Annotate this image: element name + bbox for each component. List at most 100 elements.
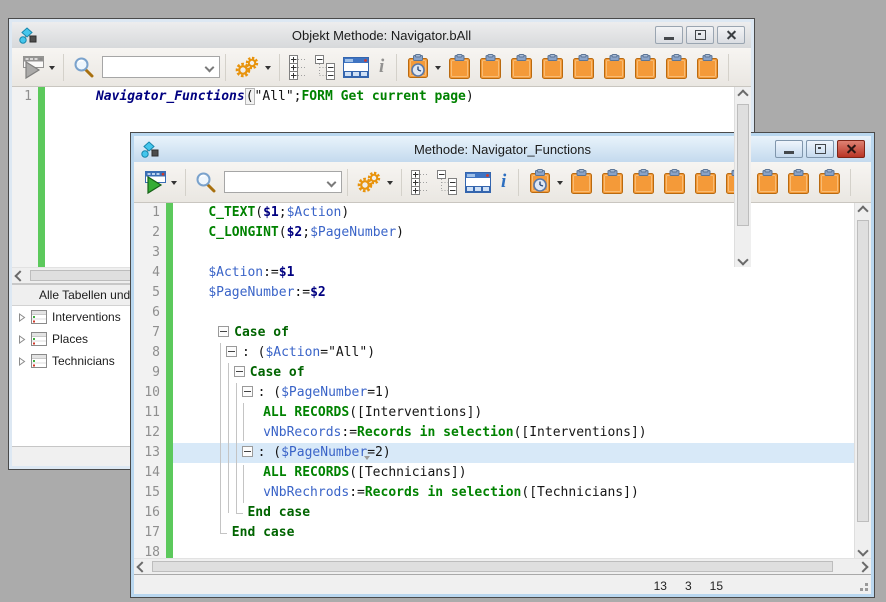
scroll-up-arrow[interactable] — [855, 203, 871, 218]
minimize-icon — [664, 37, 674, 40]
code-line[interactable]: ALL RECORDS([Technicians]) — [173, 463, 871, 483]
code-line[interactable] — [173, 303, 871, 323]
code-line[interactable] — [173, 543, 871, 558]
code-line[interactable]: Navigator_Functions("All";FORM Get curre… — [45, 87, 751, 107]
clipboard-button[interactable] — [692, 53, 723, 81]
chevron-down-icon — [435, 66, 441, 73]
clipboard-button[interactable] — [814, 168, 845, 196]
expand-all-button[interactable] — [285, 54, 311, 81]
close-button[interactable] — [717, 26, 745, 44]
code-line[interactable]: $PageNumber:=$2 — [173, 283, 871, 303]
clipboard-button[interactable] — [661, 53, 692, 81]
code-line[interactable]: vNbRechrods:=Records in selection([Techn… — [173, 483, 871, 503]
method-window-icon — [18, 27, 37, 44]
code-line[interactable]: End case — [173, 503, 871, 523]
scroll-right-arrow[interactable] — [855, 559, 871, 574]
macros-button[interactable] — [402, 53, 444, 82]
expand-all-icon — [288, 55, 308, 80]
chevron-down-icon — [49, 66, 55, 73]
clipboard-button[interactable] — [752, 168, 783, 196]
expander-triangle-icon[interactable] — [18, 313, 26, 322]
clipboard-button[interactable] — [599, 53, 630, 81]
clipboard-button[interactable] — [444, 53, 475, 81]
toolbar-separator — [850, 169, 851, 196]
method-window-icon — [140, 141, 159, 158]
horizontal-scrollbar[interactable] — [134, 558, 871, 574]
expander-triangle-icon[interactable] — [18, 335, 26, 344]
clipboard-icon — [478, 54, 503, 80]
scroll-left-arrow[interactable] — [134, 559, 150, 574]
table-icon — [31, 332, 47, 346]
clipboard-button[interactable] — [630, 53, 661, 81]
macro-clock-clipboard-icon — [405, 54, 432, 81]
clipboard-icon — [447, 54, 472, 80]
vertical-scrollbar[interactable] — [734, 87, 751, 267]
code-line[interactable]: : ($Action="All") — [173, 343, 871, 363]
method-properties-button[interactable] — [231, 54, 274, 80]
toolbar-separator — [279, 54, 280, 81]
fold-toggle-icon[interactable] — [242, 446, 253, 457]
fold-toggle-icon[interactable] — [226, 346, 237, 357]
resize-grip[interactable] — [865, 588, 868, 591]
line-number-gutter: 1 — [12, 87, 38, 267]
code-line[interactable]: C_TEXT($1;$Action) — [173, 203, 871, 223]
code-line[interactable]: vNbRecords:=Records in selection([Interv… — [173, 423, 871, 443]
minimize-button[interactable] — [775, 140, 803, 158]
scrollbar-thumb[interactable] — [737, 104, 749, 226]
clipboard-button[interactable] — [568, 53, 599, 81]
close-button[interactable] — [837, 140, 865, 158]
status-bar: 13 3 15 — [134, 574, 871, 594]
info-button[interactable]: i — [372, 56, 391, 78]
vertical-scrollbar[interactable] — [854, 203, 871, 558]
fold-toggle-icon[interactable] — [242, 386, 253, 397]
run-method-icon — [21, 55, 46, 80]
toolbar-separator — [396, 54, 397, 81]
search-combobox[interactable] — [102, 56, 220, 78]
scroll-up-arrow[interactable] — [735, 87, 751, 102]
minimize-button[interactable] — [655, 26, 683, 44]
clipboard-button[interactable] — [783, 168, 814, 196]
status-value: 3 — [685, 579, 692, 593]
clipboard-icon — [602, 54, 627, 80]
maximize-icon — [815, 144, 826, 154]
table-icon — [31, 310, 47, 324]
scrollbar-thumb[interactable] — [857, 220, 869, 522]
collapse-all-icon — [314, 55, 337, 80]
scrollbar-thumb[interactable] — [152, 561, 833, 572]
back-toolbar: i — [12, 48, 751, 87]
clipboard-button[interactable] — [475, 53, 506, 81]
scroll-left-arrow[interactable] — [12, 268, 28, 283]
gears-icon — [234, 55, 262, 79]
close-icon — [726, 30, 737, 40]
code-line[interactable]: : ($PageNumber=1) — [173, 383, 871, 403]
run-method-button[interactable] — [18, 54, 58, 81]
maximize-button[interactable] — [806, 140, 834, 158]
back-title-bar[interactable]: Objekt Methode: Navigator.bAll — [12, 22, 751, 48]
scroll-down-arrow[interactable] — [855, 543, 871, 558]
code-line[interactable]: : ($PageNumber=2) — [173, 443, 871, 463]
code-line[interactable]: C_LONGINT($2;$PageNumber) — [173, 223, 871, 243]
code-editor[interactable]: C_TEXT($1;$Action) C_LONGINT($2;$PageNum… — [173, 203, 871, 558]
code-line[interactable] — [173, 243, 871, 263]
fold-toggle-icon[interactable] — [234, 366, 245, 377]
close-icon — [846, 144, 857, 154]
code-line[interactable]: End case — [173, 523, 871, 543]
form-button[interactable] — [340, 56, 372, 79]
desktop: { "colors": { "desktop_bg": "#ababab", "… — [0, 0, 886, 602]
clipboard-button[interactable] — [506, 53, 537, 81]
table-name: Interventions — [52, 310, 121, 324]
clipboard-icon — [633, 54, 658, 80]
code-line[interactable]: $Action:=$1 — [173, 263, 871, 283]
code-line[interactable]: ALL RECORDS([Interventions]) — [173, 403, 871, 423]
clipboard-icon — [509, 54, 534, 80]
clipboard-button[interactable] — [537, 53, 568, 81]
table-name: Technicians — [52, 354, 115, 368]
fold-toggle-icon[interactable] — [218, 326, 229, 337]
collapse-all-button[interactable] — [311, 54, 340, 81]
code-line[interactable]: Case of — [173, 363, 871, 383]
expander-triangle-icon[interactable] — [18, 357, 26, 366]
scroll-down-arrow[interactable] — [735, 252, 751, 267]
maximize-button[interactable] — [686, 26, 714, 44]
code-line[interactable]: Case of — [173, 323, 871, 343]
clipboard-icon — [571, 54, 596, 80]
